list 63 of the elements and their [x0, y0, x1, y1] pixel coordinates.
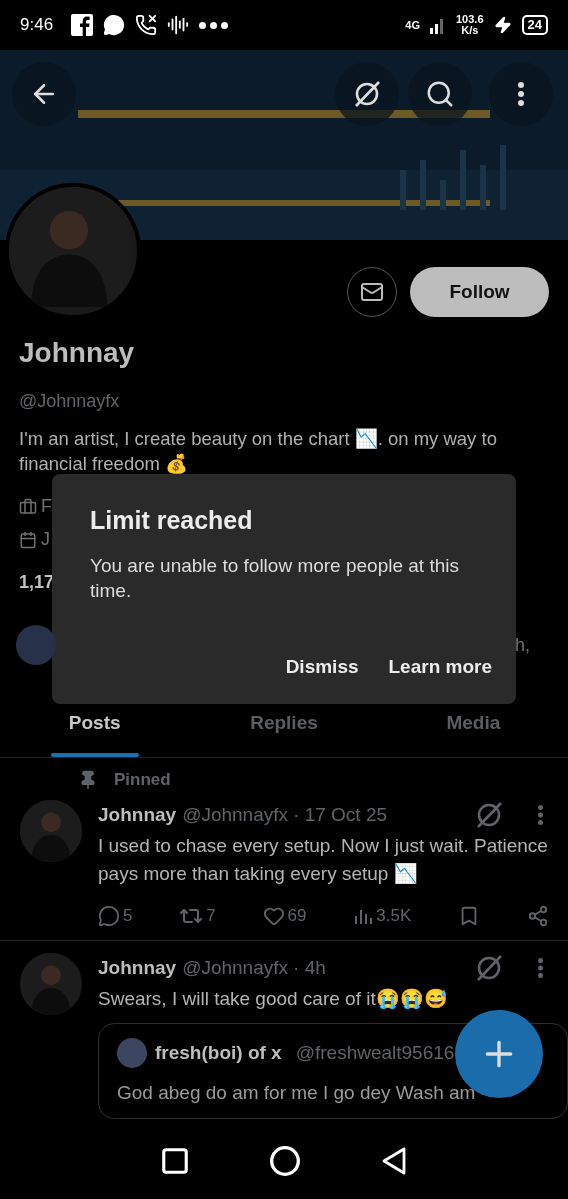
quote-text: God abeg do am for me I go dey Wash am: [117, 1082, 477, 1104]
envelope-icon: [360, 280, 384, 304]
calendar-icon: [19, 530, 37, 549]
audio-icon: [167, 14, 190, 36]
repost-button[interactable]: 7: [179, 904, 216, 928]
circle-icon: [269, 1145, 301, 1177]
dialog-title: Limit reached: [90, 506, 254, 535]
views-button[interactable]: 3.5K: [353, 906, 412, 926]
profile-bio: I'm an artist, I create beauty on the chart 📉. on my way to financial freedom 💰: [19, 427, 498, 476]
network-speed: 103.6: [456, 14, 484, 25]
dialog-action[interactable]: Learn more: [388, 652, 492, 682]
missed-call-icon: [135, 14, 158, 36]
home-button[interactable]: [269, 1145, 301, 1177]
profile-handle: @Johnnayfx: [19, 391, 121, 412]
like-button[interactable]: 69: [262, 905, 307, 927]
quote-handle: @freshwealt95616: [295, 1042, 455, 1064]
post-menu-icon[interactable]: [538, 805, 543, 825]
battery-level: 24: [521, 15, 548, 35]
slashed-circle-icon: [352, 79, 382, 109]
speed-unit: K/s: [461, 25, 479, 36]
profile-tab[interactable]: Replies: [189, 689, 379, 757]
signal-icon: [430, 16, 446, 34]
more-icon: [518, 82, 524, 106]
profile-name: Johnnay: [19, 337, 136, 369]
quote-author: fresh(boi) of x: [155, 1042, 282, 1064]
briefcase-icon: [19, 497, 37, 516]
network-type: 4G: [405, 19, 420, 31]
profile-tab[interactable]: Media: [378, 689, 568, 757]
post-text: I used to chase every setup. Now I just wait. Patience pays more than taking every setup 📉: [98, 834, 549, 886]
post-time: · 4h: [293, 957, 326, 979]
post-time: · 17 Oct 25: [293, 804, 388, 826]
dialog-action[interactable]: Dismiss: [285, 652, 359, 682]
profile-detail: F: [41, 496, 52, 517]
search-icon: [425, 79, 455, 109]
square-icon: [159, 1146, 190, 1176]
facebook-icon: [71, 14, 94, 36]
post-handle: @Johnnayfx: [182, 804, 289, 826]
profile-detail: J: [41, 529, 50, 550]
grok-icon[interactable]: [474, 800, 504, 830]
quote-avatar: [117, 1038, 147, 1068]
dialog-message: You are unable to follow more people at this time.: [90, 554, 460, 603]
grok-icon[interactable]: [474, 953, 504, 983]
chat-icon: [103, 14, 126, 36]
post-menu-icon[interactable]: [538, 958, 543, 978]
post-author: Johnnay: [98, 957, 177, 979]
heart-icon: [262, 905, 285, 927]
pinned-label: Pinned: [114, 770, 171, 790]
follow-stats: 1,17: [19, 572, 55, 593]
post-handle: @Johnnayfx: [182, 957, 289, 979]
reply-button[interactable]: 5: [98, 905, 133, 927]
follower-avatar: [16, 625, 56, 665]
message-button[interactable]: [347, 267, 397, 317]
profile-tab[interactable]: Posts: [0, 689, 190, 757]
post-text: Swears, I will take good care of it😭😭😅: [98, 987, 449, 1011]
followed-by-text: h,: [515, 634, 530, 656]
reply-icon: [98, 905, 120, 927]
charging-icon: [493, 16, 512, 34]
clock-time: 9:46: [20, 15, 54, 35]
share-icon[interactable]: [527, 905, 549, 927]
pin-icon: [78, 770, 98, 790]
recents-button[interactable]: [159, 1146, 190, 1176]
follow-button[interactable]: Follow: [410, 267, 549, 317]
post-author: Johnnay: [98, 804, 177, 826]
